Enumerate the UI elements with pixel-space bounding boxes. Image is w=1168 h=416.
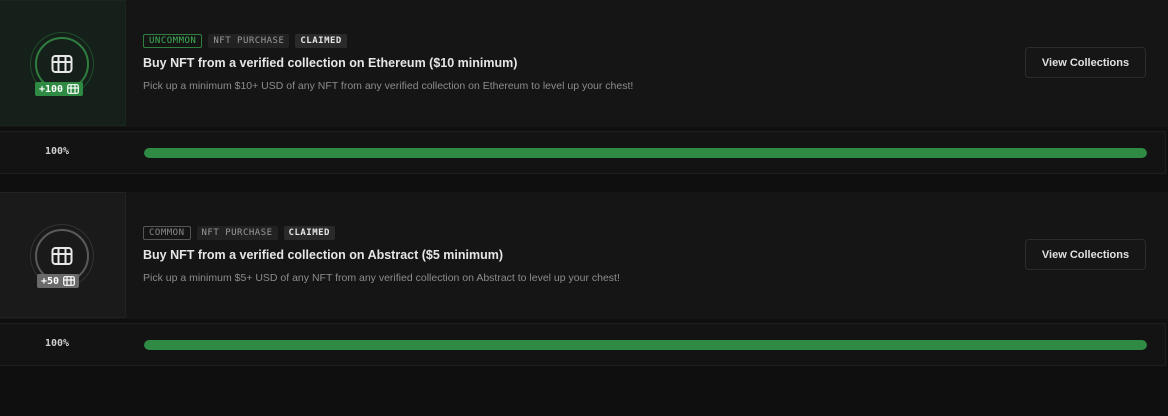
rarity-tag: COMMON <box>143 226 191 240</box>
quest-title: Buy NFT from a verified collection on Et… <box>143 56 518 70</box>
progress-row: 100% <box>0 131 1166 174</box>
quest-description: Pick up a minimum $5+ USD of any NFT fro… <box>143 272 620 284</box>
quest-tags: UNCOMMON NFT PURCHASE CLAIMED <box>143 34 347 48</box>
progress-percent: 100% <box>45 146 70 157</box>
status-badge: CLAIMED <box>283 226 335 240</box>
reward-amount: +50 <box>41 275 60 287</box>
progress-row: 100% <box>0 323 1166 366</box>
reward-badge: +50 <box>37 274 80 288</box>
quest-header: +100 UNCOMMON NFT PURCHASE CLAIMED Buy N… <box>0 0 1168 127</box>
rarity-tag: UNCOMMON <box>143 34 203 48</box>
chest-panel: +50 <box>0 192 126 318</box>
progress-fill <box>144 340 1147 350</box>
chest-panel: +100 <box>0 0 126 126</box>
progress-fill <box>144 148 1147 158</box>
reward-badge: +100 <box>35 82 84 96</box>
status-badge: CLAIMED <box>295 34 347 48</box>
chest-small-icon <box>63 276 75 286</box>
type-tag: NFT PURCHASE <box>208 34 290 48</box>
chest-small-icon <box>67 84 79 94</box>
chest-icon <box>51 247 73 265</box>
quest-description: Pick up a minimum $10+ USD of any NFT fr… <box>143 80 634 92</box>
progress-bar <box>144 340 1147 350</box>
chest-icon <box>51 55 73 73</box>
type-tag: NFT PURCHASE <box>196 226 278 240</box>
progress-percent: 100% <box>45 338 70 349</box>
view-collections-button[interactable]: View Collections <box>1025 47 1146 78</box>
quest-header: +50 COMMON NFT PURCHASE CLAIMED Buy NFT … <box>0 192 1168 319</box>
view-collections-button[interactable]: View Collections <box>1025 239 1146 270</box>
reward-amount: +100 <box>39 83 64 95</box>
progress-bar <box>144 148 1147 158</box>
quest-title: Buy NFT from a verified collection on Ab… <box>143 248 504 262</box>
quest-tags: COMMON NFT PURCHASE CLAIMED <box>143 226 335 240</box>
